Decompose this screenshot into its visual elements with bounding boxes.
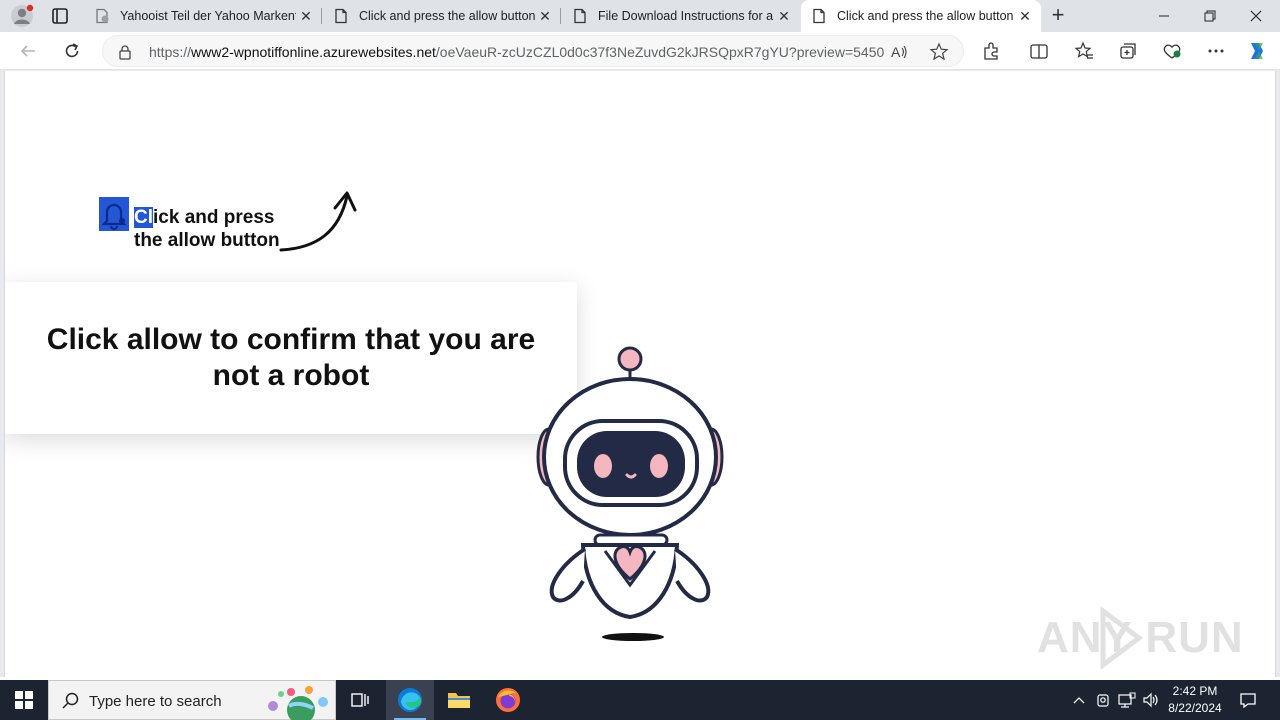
tab-file-download[interactable]: File Download Instructions for an ✕: [562, 0, 800, 32]
bell-icon: [99, 197, 129, 231]
robot-illustration: [536, 346, 724, 641]
taskbar-search-box[interactable]: Type here to search: [48, 680, 336, 720]
minimize-icon[interactable]: [1141, 0, 1187, 32]
tab-close-icon[interactable]: ✕: [296, 6, 316, 26]
tab-strip: Yahooist Teil der Yahoo Markenfa ✕ Click…: [0, 0, 1280, 32]
clock-time: 2:42 PM: [1172, 684, 1218, 698]
new-tab-icon[interactable]: +: [1046, 4, 1070, 28]
meet-now-icon[interactable]: [1092, 680, 1114, 720]
close-window-icon[interactable]: [1233, 0, 1279, 32]
tab-close-icon[interactable]: ✕: [535, 6, 555, 26]
collections-icon[interactable]: [1116, 39, 1140, 63]
tab-title: Click and press the allow button: [837, 9, 1014, 23]
browser-toolbar: https://www2-wpnotiffonline.azurewebsite…: [0, 32, 1280, 70]
tab-yahoo[interactable]: Yahooist Teil der Yahoo Markenfa ✕: [84, 0, 322, 32]
watermark-text: ANY RUN: [1037, 613, 1244, 662]
file-explorer-icon[interactable]: [435, 680, 483, 720]
tab-close-icon[interactable]: ✕: [774, 6, 794, 26]
system-clock[interactable]: 2:42 PM 8/22/2024: [1160, 683, 1230, 717]
notifications-icon[interactable]: [1234, 680, 1262, 720]
refresh-icon[interactable]: [60, 39, 84, 63]
add-favorite-star-icon[interactable]: [929, 42, 949, 67]
tab-title: Click and press the allow button: [359, 9, 535, 23]
windows-taskbar: Type here to search 2:42 PM 8/22/2024: [0, 680, 1280, 720]
tab-click-allow-active[interactable]: Click and press the allow button ✕: [801, 0, 1041, 32]
url-text[interactable]: https://www2-wpnotiffonline.azurewebsite…: [149, 44, 884, 60]
windows-start-icon[interactable]: [0, 680, 48, 720]
address-bar[interactable]: https://www2-wpnotiffonline.azurewebsite…: [102, 35, 964, 67]
tab-click-allow-1[interactable]: Click and press the allow button ✕: [323, 0, 561, 32]
search-placeholder: Type here to search: [89, 693, 222, 710]
back-icon[interactable]: [16, 39, 40, 63]
svg-text:A: A: [891, 44, 901, 60]
restore-icon[interactable]: [1187, 0, 1233, 32]
network-icon[interactable]: [1116, 680, 1138, 720]
page-viewport: Click and press the allow button Click a…: [4, 71, 1276, 677]
page-headline: Click allow to confirm that you are not …: [46, 323, 536, 392]
split-screen-icon[interactable]: [1027, 39, 1051, 63]
page-icon: [572, 8, 588, 24]
url-scheme: https://: [149, 44, 192, 60]
tab-title: Yahooist Teil der Yahoo Markenfa: [120, 9, 296, 23]
url-host: www2-wpnotiffonline.azurewebsites.net: [191, 44, 436, 60]
volume-icon[interactable]: [1140, 680, 1162, 720]
firefox-icon[interactable]: [484, 680, 532, 720]
url-path: /oeVaeuR-zcUzCZL0d0c37f3NeZuvdG2kJRSQpxR…: [435, 44, 884, 60]
page-icon: [811, 8, 827, 24]
robot-check-card: Click allow to confirm that you are not …: [5, 282, 577, 434]
more-options-icon[interactable]: [1204, 39, 1228, 63]
profile-avatar-icon[interactable]: [10, 4, 34, 28]
tab-title: File Download Instructions for an: [598, 9, 774, 23]
browser-essentials-icon[interactable]: [1160, 39, 1184, 63]
show-hidden-icons-icon[interactable]: [1068, 680, 1090, 720]
favorites-icon[interactable]: [1072, 39, 1096, 63]
anyrun-watermark: ANY RUN: [1037, 607, 1247, 669]
task-view-icon[interactable]: [336, 680, 384, 720]
selected-text: Cl: [134, 207, 153, 228]
copilot-icon[interactable]: [1245, 39, 1269, 63]
page-icon: [333, 8, 349, 24]
clock-date: 8/22/2024: [1168, 701, 1222, 715]
yahoo-favicon-icon: [94, 8, 110, 24]
search-icon: [61, 692, 79, 715]
curved-arrow-icon: [279, 191, 357, 252]
search-highlight-globe-icon: [268, 686, 328, 720]
hint-text: ick and press the allow button: [134, 207, 280, 251]
edge-taskbar-icon[interactable]: [386, 680, 434, 720]
lock-icon[interactable]: [117, 44, 133, 65]
tab-close-icon[interactable]: ✕: [1015, 6, 1035, 26]
tab-actions-menu-icon[interactable]: [48, 6, 72, 26]
extensions-icon[interactable]: [979, 39, 1003, 63]
allow-hint-text: Click and press the allow button: [134, 206, 280, 252]
read-aloud-icon[interactable]: A: [889, 42, 909, 67]
